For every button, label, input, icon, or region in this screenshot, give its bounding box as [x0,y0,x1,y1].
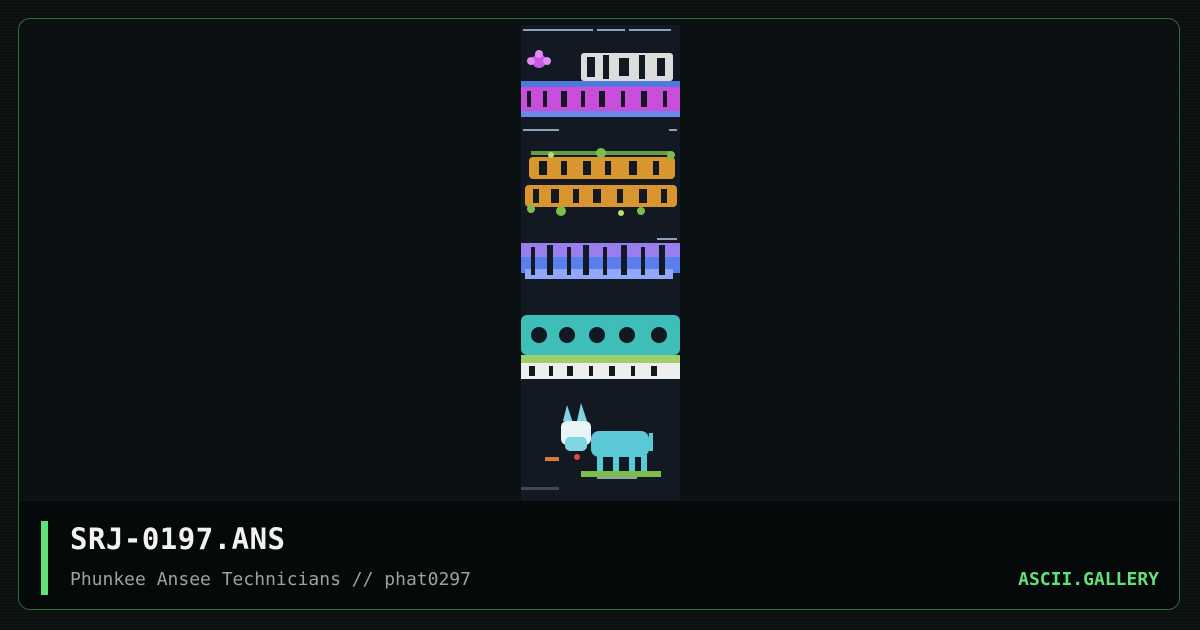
thumb-block-chaos [521,315,680,379]
ansi-art-thumbnail[interactable] [521,25,680,500]
artwork-credits: Phunkee Ansee Technicians // phat0297 [70,569,471,590]
thumb-block-sweet [521,50,680,117]
artwork-title: SRJ-0197.ANS [70,522,286,556]
accent-bar [41,521,48,595]
thumb-header-text [523,29,671,31]
preview-card: SRJ-0197.ANS Phunkee Ansee Technicians /… [18,18,1180,610]
site-brand[interactable]: ASCII.GALLERY [1018,569,1159,590]
thumb-block-purple [521,238,680,279]
ansi-art-image [521,25,680,500]
info-footer: SRJ-0197.ANS Phunkee Ansee Technicians /… [19,500,1179,609]
